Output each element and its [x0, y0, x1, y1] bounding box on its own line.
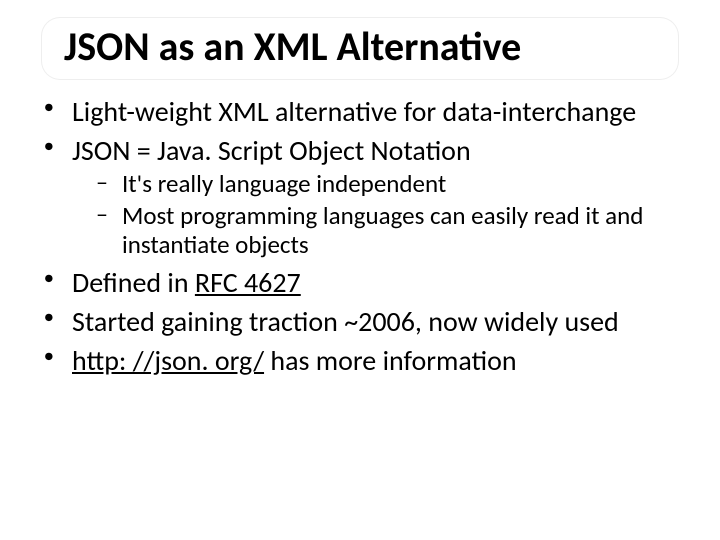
json-org-link[interactable]: http: //json. org/: [72, 343, 264, 378]
sub-bullet-languages: Most programming languages can easily re…: [32, 201, 688, 260]
bullet-text: JSON = Java. Script Object Notation: [72, 133, 471, 168]
bullet-text: Most programming languages can easily re…: [122, 200, 643, 261]
slide-body: Light-weight XML alternative for data-in…: [24, 85, 696, 377]
bullet-lightweight: Light-weight XML alternative for data-in…: [32, 95, 688, 128]
bullet-url: http: //json. org/ has more information: [32, 344, 688, 377]
slide: JSON as an XML Alternative Light-weight …: [0, 0, 720, 540]
bullet-text-pre: Defined in: [72, 265, 195, 300]
slide-title: JSON as an XML Alternative: [64, 22, 656, 71]
bullet-text: It's really language independent: [122, 168, 446, 199]
sub-bullet-independent: It's really language independent: [32, 169, 688, 199]
rfc-link[interactable]: RFC 4627: [195, 265, 301, 300]
bullet-text: Light-weight XML alternative for data-in…: [72, 94, 636, 129]
bullet-text: Started gaining traction ~2006, now wide…: [72, 304, 619, 339]
title-container: JSON as an XML Alternative: [42, 18, 678, 79]
bullet-json-expansion: JSON = Java. Script Object Notation: [32, 134, 688, 167]
bullet-traction: Started gaining traction ~2006, now wide…: [32, 305, 688, 338]
bullet-text-post: has more information: [264, 343, 517, 378]
bullet-rfc: Defined in RFC 4627: [32, 266, 688, 299]
